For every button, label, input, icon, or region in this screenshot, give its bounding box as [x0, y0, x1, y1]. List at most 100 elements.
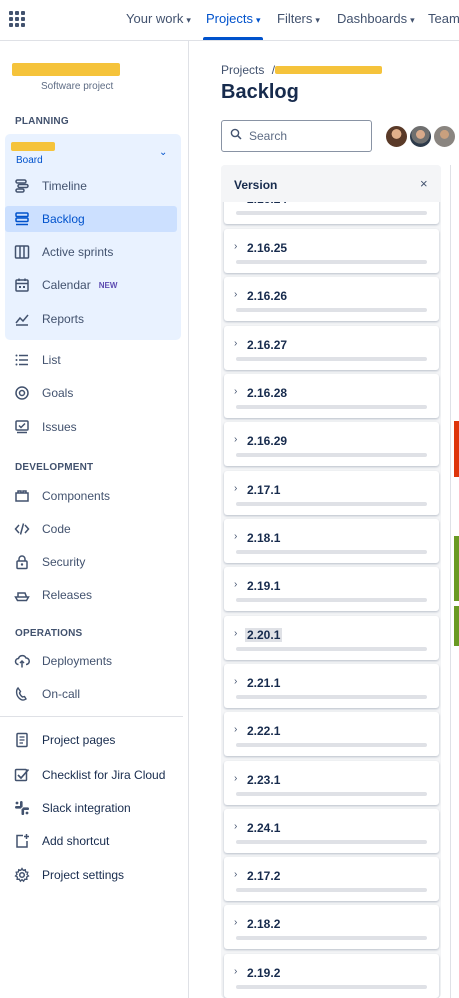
sidebar-item-slack[interactable]: Slack integration [14, 795, 184, 821]
version-card[interactable]: › 2.17.1 [224, 471, 439, 515]
version-card[interactable]: › 2.18.1 [224, 519, 439, 563]
breadcrumb-project-redacted[interactable] [275, 66, 382, 74]
operations-header: OPERATIONS [15, 628, 83, 639]
sidebar-item-label: Releases [42, 588, 93, 602]
version-progress-bar [236, 550, 427, 554]
version-progress-bar [236, 502, 427, 506]
version-name: 2.22.1 [247, 724, 281, 738]
issues-icon [14, 419, 30, 435]
sidebar-item-label: Add shortcut [42, 834, 110, 848]
calendar-icon [14, 277, 30, 293]
nav-filters-label: Filters [277, 11, 313, 26]
sidebar-item-components[interactable]: Components [14, 483, 184, 509]
version-card[interactable]: › 2.24.1 [224, 809, 439, 853]
version-name: 2.20.1 [245, 628, 283, 642]
status-marker [454, 421, 459, 477]
sidebar-item-deployments[interactable]: Deployments [14, 648, 184, 674]
sidebar-item-goals[interactable]: Goals [14, 380, 184, 406]
sidebar-item-label: Project settings [42, 868, 125, 882]
phone-icon [14, 686, 30, 702]
nav-teams-label: Teams [428, 11, 459, 26]
nav-your-work[interactable]: Your work ▾ [126, 11, 191, 26]
version-progress-bar [236, 936, 427, 940]
version-name: 2.24.1 [247, 821, 281, 835]
version-card[interactable]: › 2.23.1 [224, 761, 439, 805]
sidebar-item-code[interactable]: Code [14, 516, 184, 542]
version-card[interactable]: › 2.17.2 [224, 857, 439, 901]
sidebar-item-add-shortcut[interactable]: Add shortcut [14, 828, 184, 854]
reports-icon [14, 311, 30, 327]
sidebar-item-security[interactable]: Security [14, 549, 184, 575]
board-name-redacted[interactable] [11, 142, 55, 151]
version-progress-bar [236, 211, 427, 215]
chevron-right-icon: › [234, 241, 238, 252]
ship-icon [14, 587, 30, 603]
sidebar-item-project-pages[interactable]: Project pages [14, 727, 184, 753]
sidebar-divider [0, 716, 183, 717]
sidebar-item-reports[interactable]: Reports [14, 306, 184, 332]
sidebar-item-label: Calendar [42, 278, 91, 292]
version-card[interactable]: › 2.16.26 [224, 277, 439, 321]
main-content: Projects / Backlog Version × ›2.16.24 ›2… [190, 41, 459, 998]
sidebar-item-calendar[interactable]: Calendar NEW [14, 272, 184, 298]
avatar[interactable] [384, 124, 409, 149]
version-progress-bar [236, 647, 427, 651]
search-input[interactable] [249, 129, 359, 143]
sidebar-item-label: Issues [42, 420, 77, 434]
sidebar-item-on-call[interactable]: On-call [14, 681, 184, 707]
close-icon[interactable]: × [420, 176, 428, 191]
version-progress-bar [236, 405, 427, 409]
nav-projects[interactable]: Projects ▾ [206, 11, 261, 26]
planning-header: PLANNING [15, 116, 69, 127]
sidebar-item-backlog[interactable]: Backlog [5, 206, 177, 232]
timeline-icon [14, 178, 30, 194]
chevron-right-icon: › [234, 483, 238, 494]
sidebar-item-checklist[interactable]: Checklist for Jira Cloud [14, 762, 184, 788]
search-icon [230, 127, 242, 145]
chevron-right-icon: › [234, 579, 238, 590]
avatar[interactable] [408, 124, 433, 149]
project-name-redacted[interactable] [12, 63, 120, 76]
version-card[interactable]: › 2.16.29 [224, 422, 439, 466]
sidebar-item-label: Project pages [42, 733, 116, 747]
version-card[interactable]: › 2.16.27 [224, 326, 439, 370]
app-switcher-icon[interactable] [9, 11, 25, 27]
sidebar-item-project-settings[interactable]: Project settings [14, 862, 184, 888]
new-badge: NEW [98, 280, 118, 290]
sidebar-item-timeline[interactable]: Timeline [14, 173, 184, 199]
top-navigation: Your work ▾ Projects ▾ Filters ▾ Dashboards… [0, 0, 459, 41]
version-name: 2.18.2 [247, 917, 281, 931]
chevron-right-icon: › [234, 434, 238, 445]
nav-dashboards[interactable]: Dashboards ▾ [337, 11, 415, 26]
sidebar-item-releases[interactable]: Releases [14, 582, 184, 608]
version-card[interactable]: › 2.19.2 [224, 954, 439, 998]
version-name: 2.21.1 [247, 676, 281, 690]
sidebar-item-label: Reports [42, 312, 85, 326]
sidebar-item-list[interactable]: List [14, 347, 184, 373]
version-progress-bar [236, 357, 427, 361]
version-progress-bar [236, 695, 427, 699]
avatar[interactable] [432, 124, 457, 149]
nav-teams[interactable]: Teams [428, 11, 459, 26]
chevron-right-icon: › [234, 338, 238, 349]
version-card[interactable]: › 2.22.1 [224, 712, 439, 756]
sidebar-item-active-sprints[interactable]: Active sprints [14, 239, 184, 265]
version-card[interactable]: › 2.16.28 [224, 374, 439, 418]
version-card[interactable]: › 2.21.1 [224, 664, 439, 708]
gear-icon [14, 867, 30, 883]
nav-filters[interactable]: Filters ▾ [277, 11, 320, 26]
search-box[interactable] [221, 120, 372, 152]
version-card[interactable]: › 2.20.1 [224, 616, 439, 660]
chevron-down-icon[interactable]: ⌄ [159, 147, 167, 158]
chevron-down-icon: ▾ [255, 15, 261, 25]
version-card[interactable]: › 2.16.25 [224, 229, 439, 273]
sidebar-item-label: Checklist for Jira Cloud [42, 768, 166, 782]
backlog-icon [14, 211, 30, 227]
nav-dashboards-label: Dashboards [337, 11, 408, 26]
version-card[interactable]: › 2.18.2 [224, 905, 439, 949]
breadcrumb-projects[interactable]: Projects [221, 63, 264, 77]
version-progress-bar [236, 792, 427, 796]
sidebar-item-issues[interactable]: Issues [14, 414, 184, 440]
version-card[interactable]: › 2.19.1 [224, 567, 439, 611]
status-marker [454, 606, 459, 646]
